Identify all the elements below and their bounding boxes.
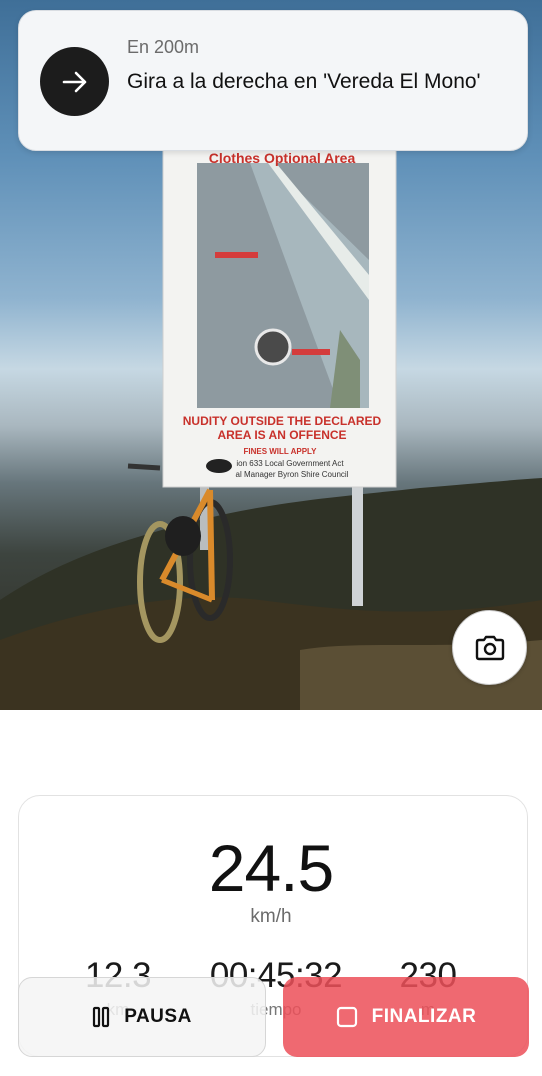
- pause-icon: [93, 1006, 110, 1028]
- sign-act: ion 633 Local Government Act: [236, 459, 344, 468]
- speed-value: 24.5: [208, 831, 334, 905]
- sign-council: al Manager Byron Shire Council: [236, 470, 349, 479]
- finish-button[interactable]: FINALIZAR: [283, 977, 529, 1057]
- turn-instruction: Gira a la derecha en 'Vereda El Mono': [127, 70, 481, 93]
- sign-warning-1: NUDITY OUTSIDE THE DECLARED: [183, 414, 382, 428]
- next-turn-distance: En 200m: [127, 37, 200, 57]
- stop-icon: [336, 1006, 357, 1028]
- navigation-banner[interactable]: En 200m Gira a la derecha en 'Vereda El …: [18, 10, 528, 151]
- arrow-right-icon: [40, 47, 109, 116]
- sign-title: Clothes Optional Area: [209, 150, 356, 166]
- sign-fines: FINES WILL APPLY: [243, 447, 317, 456]
- speed-unit: km/h: [250, 906, 292, 927]
- pause-button[interactable]: PAUSA: [18, 977, 266, 1057]
- sign-warning-2: AREA IS AN OFFENCE: [217, 428, 346, 442]
- camera-icon: [475, 635, 504, 660]
- camera-button[interactable]: [452, 610, 527, 685]
- pause-label: PAUSA: [124, 1006, 192, 1027]
- finish-label: FINALIZAR: [371, 1006, 477, 1027]
